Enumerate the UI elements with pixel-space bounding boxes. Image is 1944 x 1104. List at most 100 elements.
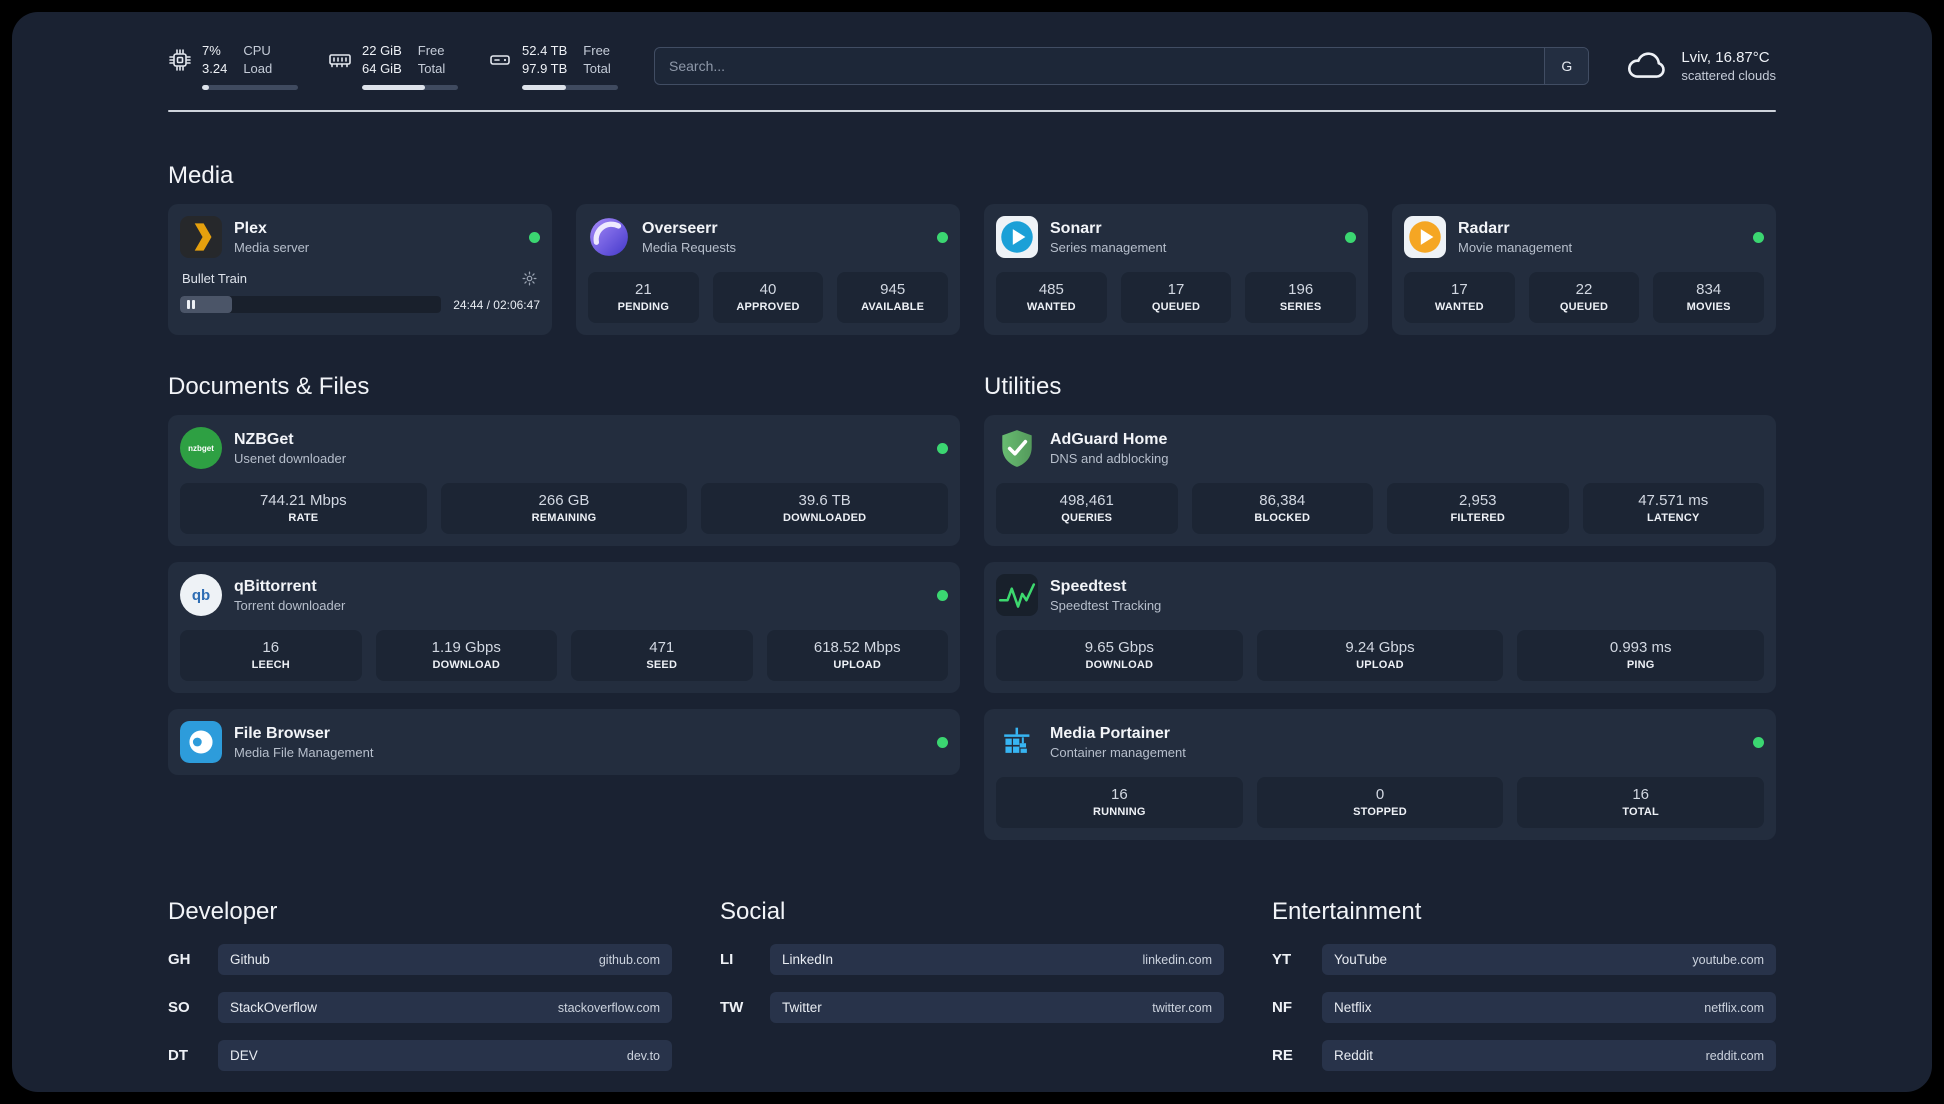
app-card-adguard[interactable]: AdGuard Home DNS and adblocking 498,461 …	[984, 415, 1776, 547]
cpu-metric: 7% 3.24 CPU Load	[168, 42, 298, 91]
stat-value: 266 GB	[538, 492, 590, 510]
stat-label: APPROVED	[736, 301, 800, 314]
stat-label: STOPPED	[1353, 806, 1407, 819]
bookmark-link-github[interactable]: Github github.com	[218, 944, 672, 976]
status-dot	[529, 231, 540, 243]
header-divider	[168, 110, 1776, 113]
app-card-qbittorrent[interactable]: qb qBittorrent Torrent downloader 16 LEE…	[168, 562, 960, 694]
stat-tile: 196 SERIES	[1245, 272, 1356, 324]
bookmark-url: stackoverflow.com	[557, 1000, 660, 1015]
bookmark-link-twitter[interactable]: Twitter twitter.com	[770, 992, 1224, 1024]
stat-label: QUEUED	[1559, 301, 1609, 314]
status-dot	[937, 736, 948, 748]
bookmark-row-netflix: NF Netflix netflix.com	[1272, 992, 1776, 1024]
app-card-radarr[interactable]: Radarr Movie management 17 WANTED 22 QUE…	[1392, 204, 1776, 336]
cpu-load-value: 3.24	[202, 61, 228, 77]
ram-total-value: 64 GiB	[362, 61, 402, 77]
app-card-filebrowser[interactable]: File Browser Media File Management	[168, 709, 960, 776]
app-card-plex[interactable]: Plex Media server Bullet Train 24:44 / 0…	[168, 204, 552, 336]
bookmark-row-youtube: YT YouTube youtube.com	[1272, 944, 1776, 976]
bookmark-url: netflix.com	[1704, 1000, 1764, 1015]
bookmark-link-netflix[interactable]: Netflix netflix.com	[1322, 992, 1776, 1024]
app-name: Radarr	[1458, 219, 1510, 237]
app-card-sonarr[interactable]: Sonarr Series management 485 WANTED 17 Q…	[984, 204, 1368, 336]
app-name: qBittorrent	[234, 577, 317, 595]
app-subtitle: DNS and adblocking	[1050, 450, 1169, 466]
app-card-portainer[interactable]: Media Portainer Container management 16 …	[984, 709, 1776, 841]
bookmark-abbr: GH	[168, 951, 191, 969]
app-name: File Browser	[234, 724, 331, 742]
bookmark-name: StackOverflow	[230, 1000, 318, 1016]
stat-value: 17	[1167, 281, 1185, 299]
stat-tile: 0.993 ms PING	[1517, 630, 1764, 682]
cpu-percent: 7%	[202, 43, 221, 58]
gear-icon[interactable]	[521, 270, 538, 287]
stat-value: 1.19 Gbps	[431, 639, 501, 657]
stat-label: TOTAL	[1622, 806, 1659, 819]
system-metrics: 7% 3.24 CPU Load 22 GiB 64 GiB Free Tota…	[168, 42, 618, 91]
app-card-speedtest[interactable]: Speedtest Speedtest Tracking 9.65 Gbps D…	[984, 562, 1776, 694]
nzbget-icon: nzbget	[180, 427, 222, 470]
status-dot	[1753, 231, 1764, 243]
stat-label: FILTERED	[1450, 512, 1506, 525]
pause-icon[interactable]	[187, 300, 195, 310]
bookmark-name: Twitter	[782, 1000, 822, 1016]
stat-tile: 86,384 BLOCKED	[1191, 483, 1373, 535]
bookmark-group-developer: Developer GH Github github.com SO StackO…	[168, 898, 672, 1088]
playback-progress-bar[interactable]	[180, 296, 442, 314]
disk-usage-bar	[522, 85, 618, 91]
app-subtitle: Usenet downloader	[234, 450, 347, 466]
playback-time: 24:44 / 02:06:47	[453, 297, 540, 312]
now-playing-title: Bullet Train	[182, 271, 248, 287]
ram-label-1: Free	[417, 43, 445, 58]
stat-tile: 39.6 TB DOWNLOADED	[701, 483, 948, 535]
bookmark-url: github.com	[598, 952, 660, 967]
section-title-documents: Documents & Files	[168, 373, 370, 401]
stat-label: QUEUED	[1151, 301, 1201, 314]
stat-tile: 1.19 Gbps DOWNLOAD	[375, 630, 557, 682]
stat-tile: 485 WANTED	[996, 272, 1107, 324]
stat-tile: 9.65 Gbps DOWNLOAD	[996, 630, 1243, 682]
app-subtitle: Media File Management	[234, 744, 374, 760]
stat-value: 485	[1038, 281, 1064, 299]
stat-value: 0	[1375, 786, 1385, 804]
bookmark-name: YouTube	[1334, 952, 1388, 968]
stat-tile: 16 LEECH	[180, 630, 362, 682]
status-dot	[1345, 231, 1356, 243]
app-card-overseerr[interactable]: Overseerr Media Requests 21 PENDING 40 A…	[576, 204, 960, 336]
bookmark-group-title: Entertainment	[1272, 898, 1422, 926]
app-name: Sonarr	[1050, 219, 1102, 237]
section-media: Media Plex Media server Bullet Train 24:…	[168, 162, 1776, 336]
bookmark-link-reddit[interactable]: Reddit reddit.com	[1322, 1040, 1776, 1072]
ram-metric: 22 GiB 64 GiB Free Total	[328, 42, 458, 91]
stat-label: MOVIES	[1686, 301, 1731, 314]
bookmark-link-youtube[interactable]: YouTube youtube.com	[1322, 944, 1776, 976]
cloud-icon	[1625, 45, 1667, 87]
app-card-nzbget[interactable]: nzbget NZBGet Usenet downloader 744.21 M…	[168, 415, 960, 547]
bookmark-abbr: SO	[168, 999, 190, 1017]
stat-value: 21	[634, 281, 652, 299]
stat-tile: 2,953 FILTERED	[1387, 483, 1569, 535]
bookmark-link-linkedin[interactable]: LinkedIn linkedin.com	[770, 944, 1224, 976]
speedtest-icon	[996, 574, 1038, 617]
stat-tile: 21 PENDING	[588, 272, 699, 324]
stat-value: 945	[880, 281, 906, 299]
stat-value: 47.571 ms	[1638, 492, 1709, 510]
section-title-media: Media	[168, 162, 234, 190]
search-engine-button[interactable]: G	[1544, 48, 1589, 85]
ram-label-2: Total	[417, 61, 446, 77]
disk-metric: 52.4 TB 97.9 TB Free Total	[488, 42, 618, 91]
stat-tile: 618.52 Mbps UPLOAD	[766, 630, 948, 682]
stat-value: 196	[1288, 281, 1314, 299]
search-input[interactable]	[655, 48, 1545, 85]
bookmark-link-dev[interactable]: DEV dev.to	[218, 1040, 672, 1072]
cpu-usage-bar	[202, 85, 298, 91]
stat-tile: 17 WANTED	[1404, 272, 1515, 324]
stat-value: 16	[1632, 786, 1649, 804]
stat-label: REMAINING	[531, 512, 597, 525]
bookmark-name: LinkedIn	[782, 952, 834, 968]
ram-icon	[328, 48, 352, 72]
stat-value: 16	[262, 639, 280, 657]
app-name: Plex	[234, 219, 267, 237]
bookmark-link-stackoverflow[interactable]: StackOverflow stackoverflow.com	[218, 992, 672, 1024]
